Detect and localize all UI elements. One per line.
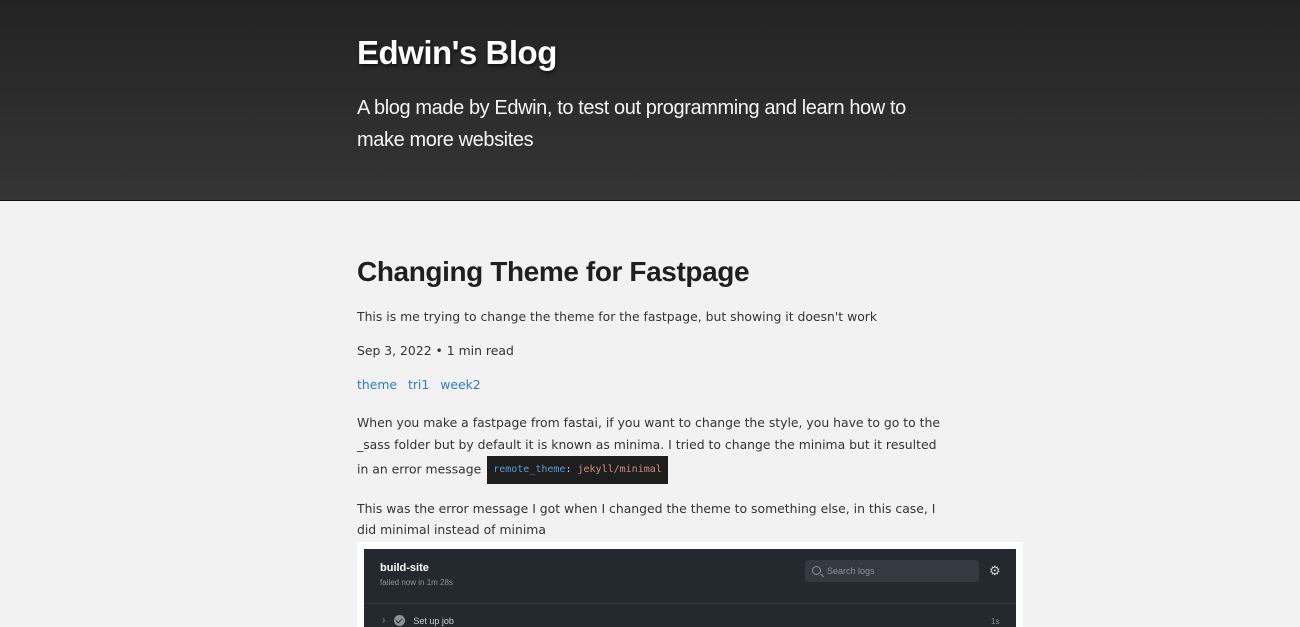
post-tags: theme tri1 week2 (357, 377, 1300, 392)
build-log-panel: build-site failed now in 1m 28s Search l… (364, 549, 1016, 627)
step-label: Set up job (413, 615, 454, 626)
site-header: Edwin's Blog A blog made by Edwin, to te… (0, 0, 1300, 201)
error-screenshot: build-site failed now in 1m 28s Search l… (357, 542, 1023, 627)
tag-theme[interactable]: theme (357, 377, 397, 392)
read-time: 1 min read (446, 343, 514, 358)
step-row: › Set up job (382, 615, 454, 626)
divider (364, 603, 1016, 604)
job-status: failed now in 1m 28s (380, 578, 453, 587)
search-icon (812, 566, 821, 575)
tag-tri1[interactable]: tri1 (408, 377, 429, 392)
meta-separator: • (431, 343, 447, 358)
post-meta: Sep 3, 2022 • 1 min read (357, 343, 1300, 358)
job-title: build-site (380, 562, 429, 574)
post-date: Sep 3, 2022 (357, 343, 432, 358)
chevron-right-icon: › (382, 615, 386, 626)
search-logs-input: Search logs (805, 560, 979, 582)
paragraph-intro: When you make a fastpage from fastai, if… (357, 412, 947, 484)
paragraph-error: This was the error message I got when I … (357, 501, 936, 537)
search-placeholder: Search logs (827, 566, 875, 576)
site-description: A blog made by Edwin, to test out progra… (357, 97, 906, 151)
check-icon (394, 615, 406, 626)
post-description: This is me trying to change the theme fo… (357, 309, 878, 324)
step-time: 1s (991, 617, 1000, 626)
code-value: jekyll/minimal (577, 464, 662, 475)
gear-icon: ⚙ (989, 563, 1001, 578)
site-title[interactable]: Edwin's Blog (357, 34, 557, 72)
inline-code: remote_theme: jekyll/minimal (487, 456, 668, 484)
post-title: Changing Theme for Fastpage (357, 256, 750, 287)
post-content: Changing Theme for Fastpage This is me t… (0, 201, 1300, 627)
code-key: remote_theme (493, 464, 566, 475)
code-colon: : (565, 464, 578, 475)
tag-week2[interactable]: week2 (440, 377, 480, 392)
